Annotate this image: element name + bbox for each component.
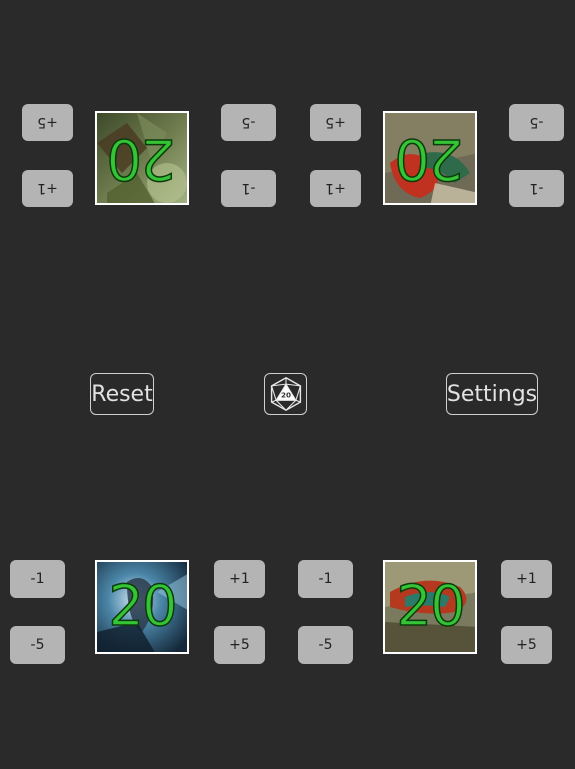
p3-plus1-button[interactable]: +1 — [214, 560, 265, 598]
p2-life-total[interactable]: 20 — [385, 113, 475, 203]
p3-life-total[interactable]: 20 — [97, 562, 187, 652]
p4-plus5-button[interactable]: +5 — [501, 626, 552, 664]
settings-button[interactable]: Settings — [446, 373, 538, 415]
p1-plus1-button[interactable]: +1 — [22, 170, 73, 207]
reset-button[interactable]: Reset — [90, 373, 154, 415]
p1-life-total[interactable]: 20 — [97, 113, 187, 203]
p2-plus1-button[interactable]: +1 — [310, 170, 361, 207]
d20-icon: 20 — [270, 376, 301, 412]
p4-portrait: 20 — [383, 560, 477, 654]
p3-plus5-button[interactable]: +5 — [214, 626, 265, 664]
p2-plus5-button[interactable]: +5 — [310, 104, 361, 141]
p4-minus1-button[interactable]: -1 — [298, 560, 353, 598]
p3-portrait: 20 — [95, 560, 189, 654]
d20-face-label: 20 — [280, 391, 290, 400]
p4-plus1-button[interactable]: +1 — [501, 560, 552, 598]
p3-minus1-button[interactable]: -1 — [10, 560, 65, 598]
p3-minus5-button[interactable]: -5 — [10, 626, 65, 664]
p1-portrait: 20 — [95, 111, 189, 205]
p1-minus5-button[interactable]: -5 — [221, 104, 276, 141]
p2-portrait: 20 — [383, 111, 477, 205]
p1-plus5-button[interactable]: +5 — [22, 104, 73, 141]
p4-life-total[interactable]: 20 — [385, 562, 475, 652]
dice-roll-button[interactable]: 20 — [264, 373, 307, 415]
p4-minus5-button[interactable]: -5 — [298, 626, 353, 664]
p1-minus1-button[interactable]: -1 — [221, 170, 276, 207]
p2-minus1-button[interactable]: -1 — [509, 170, 564, 207]
p2-minus5-button[interactable]: -5 — [509, 104, 564, 141]
